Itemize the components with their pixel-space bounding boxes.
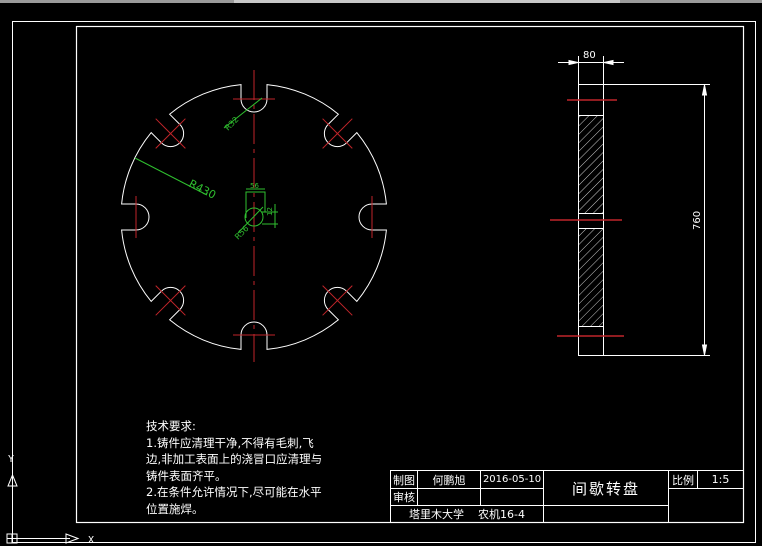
r430-label: R430 xyxy=(187,177,218,202)
drawing-canvas[interactable]: R430 R32 R56 56 12 80 760 Y X xyxy=(0,0,762,546)
drawn-label: 制图 xyxy=(393,473,415,487)
outer-border xyxy=(12,21,756,543)
scale-label: 比例 xyxy=(672,473,694,487)
ucs-icon xyxy=(6,470,80,544)
cad-viewport[interactable]: R430 R32 R56 56 12 80 760 Y X 技术要求: 1.铸件… xyxy=(0,0,762,546)
notes-title: 技术要求: xyxy=(146,419,196,433)
thickness-label: 80 xyxy=(583,50,596,61)
date: 2016-05-10 xyxy=(482,474,542,485)
school: 塔里木大学 xyxy=(409,508,465,521)
diameter-label: 760 xyxy=(692,211,703,230)
notes-line: 铸件表面齐平。 xyxy=(146,468,227,483)
front-view[interactable]: R430 R32 R56 56 12 xyxy=(121,70,387,362)
notes-line: 2.在条件允许情况下,尽可能在水平 xyxy=(146,485,322,499)
technical-requirements: 技术要求: 1.铸件应清理干净,不得有毛刺,飞 边,非加工表面上的浇冒口应清理与 铸件… xyxy=(146,418,322,517)
drawing-title: 间歇转盘 xyxy=(571,479,640,498)
keyway-width-label: 56 xyxy=(250,182,259,190)
ucs-y-label: Y xyxy=(8,454,14,465)
hatch-upper xyxy=(578,115,604,214)
checked-label: 审核 xyxy=(393,491,415,504)
r56-label: R56 xyxy=(233,224,251,242)
ucs-x-label: X xyxy=(88,535,94,546)
notes-line: 1.铸件应清理干净,不得有毛刺,飞 xyxy=(146,435,314,450)
notes-line: 位置施焊。 xyxy=(146,501,204,516)
hatch-lower xyxy=(578,228,604,327)
keyway-depth-label: 12 xyxy=(266,207,274,216)
class: 农机16-4 xyxy=(478,508,525,521)
drawn-by: 何鹏旭 xyxy=(432,473,466,487)
notes-line: 边,非加工表面上的浇冒口应清理与 xyxy=(146,452,323,466)
side-view[interactable]: 80 760 xyxy=(550,50,710,356)
scale-value: 1:5 xyxy=(711,473,730,486)
school-class: 塔里木大学 农机16-4 xyxy=(391,506,543,522)
